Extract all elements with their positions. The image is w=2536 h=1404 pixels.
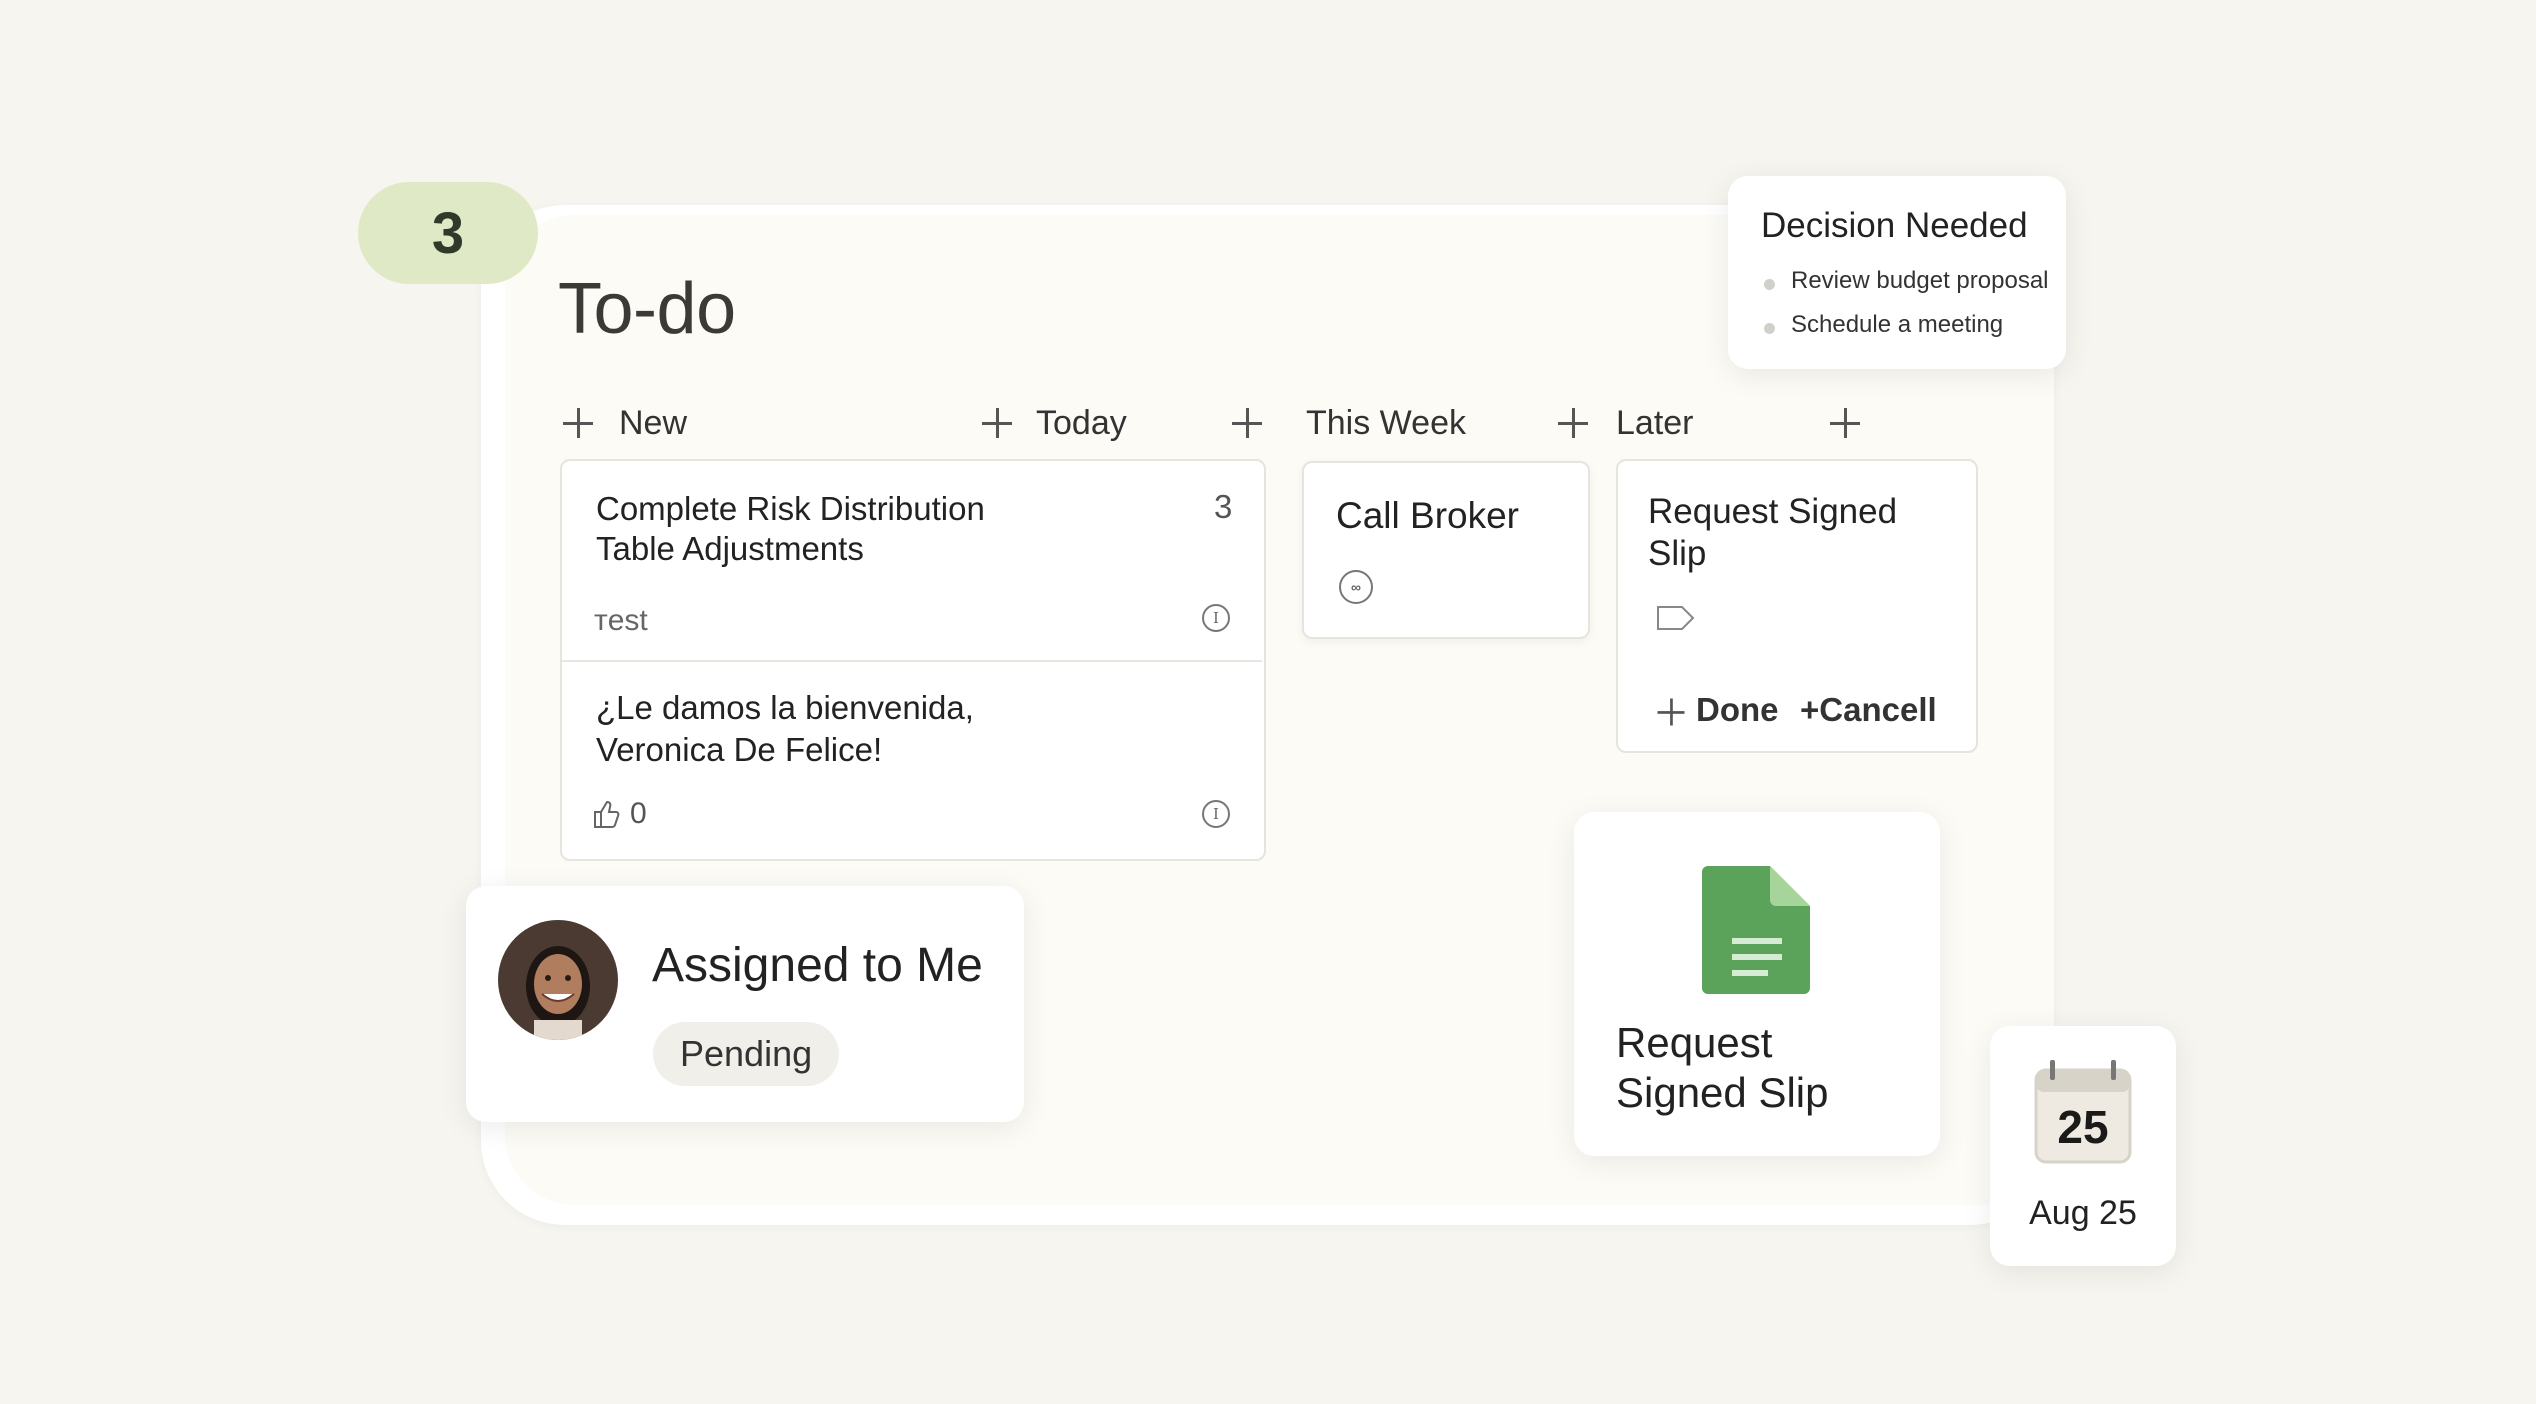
date-label: Aug 25 [2029, 1194, 2137, 1232]
add-today-icon[interactable] [982, 408, 1012, 438]
document-title-line1: Request [1616, 1019, 1773, 1066]
document-title-line2: Signed Slip [1616, 1069, 1829, 1116]
bullet [1764, 323, 1775, 334]
decision-item-2[interactable]: Schedule a meeting [1791, 311, 2003, 339]
assigned-to-me-popup[interactable]: Assigned to Me Pending [466, 886, 1024, 1122]
column-header-later: Later [1616, 403, 1694, 442]
task-tag: тest [594, 604, 648, 637]
call-broker-title: Call Broker [1336, 495, 1519, 536]
task-count-badge: 3 [358, 182, 538, 284]
page-title: To-do [558, 269, 736, 349]
task-card-welcome[interactable]: ¿Le damos la bienvenida, Veronica De Fel… [562, 662, 1262, 855]
decision-item-1[interactable]: Review budget proposal [1791, 267, 2049, 295]
calendar-day: 25 [2057, 1101, 2109, 1153]
link-icon[interactable]: ∞ [1339, 570, 1373, 604]
date-popup[interactable]: 25 Aug 25 [1990, 1026, 2176, 1266]
like-count: 0 [630, 797, 647, 830]
task-title-line1: Complete Risk Distribution [596, 490, 985, 527]
thumbs-up-icon[interactable] [592, 798, 622, 830]
tag-icon[interactable] [1656, 604, 1696, 632]
add-later-icon[interactable] [1558, 408, 1588, 438]
subtask-count: 3 [1214, 488, 1233, 525]
assigned-title: Assigned to Me [652, 939, 983, 992]
info-icon[interactable]: I [1202, 800, 1230, 828]
decision-title: Decision Needed [1761, 206, 2028, 245]
bullet [1764, 279, 1775, 290]
task-card-call-broker[interactable]: Call Broker ∞ [1302, 461, 1590, 639]
add-this-week-icon[interactable] [1232, 408, 1262, 438]
task-title-line2: Table Adjustments [596, 530, 864, 567]
document-popup[interactable]: Request Signed Slip [1574, 812, 1940, 1156]
welcome-line2: Veronica De Felice! [596, 731, 883, 768]
add-column-icon[interactable] [1830, 408, 1860, 438]
task-card-risk[interactable]: Complete Risk Distribution Table Adjustm… [562, 461, 1262, 660]
done-button[interactable]: Done [1696, 689, 1779, 730]
slip-title-line2: Slip [1648, 534, 1707, 573]
column-header-today: Today [1036, 403, 1127, 442]
column-header-this-week: This Week [1306, 403, 1466, 442]
column-header-new: New [619, 403, 688, 442]
avatar [498, 920, 618, 1040]
status-badge[interactable]: Pending [653, 1022, 840, 1086]
add-new-icon[interactable] [563, 408, 593, 438]
slip-title-line1: Request Signed [1648, 492, 1898, 531]
add-done-icon[interactable] [1657, 698, 1685, 726]
cancel-button[interactable]: +Cancell [1800, 689, 1937, 730]
decision-needed-popup: Decision Needed Review budget proposal S… [1728, 176, 2066, 369]
welcome-line1: ¿Le damos la bienvenida, [596, 689, 974, 726]
info-icon[interactable]: I [1202, 604, 1230, 632]
task-card-request-signed-slip[interactable]: Request Signed Slip Done +Cancell [1616, 459, 1978, 753]
green-document-icon [1702, 866, 1810, 994]
